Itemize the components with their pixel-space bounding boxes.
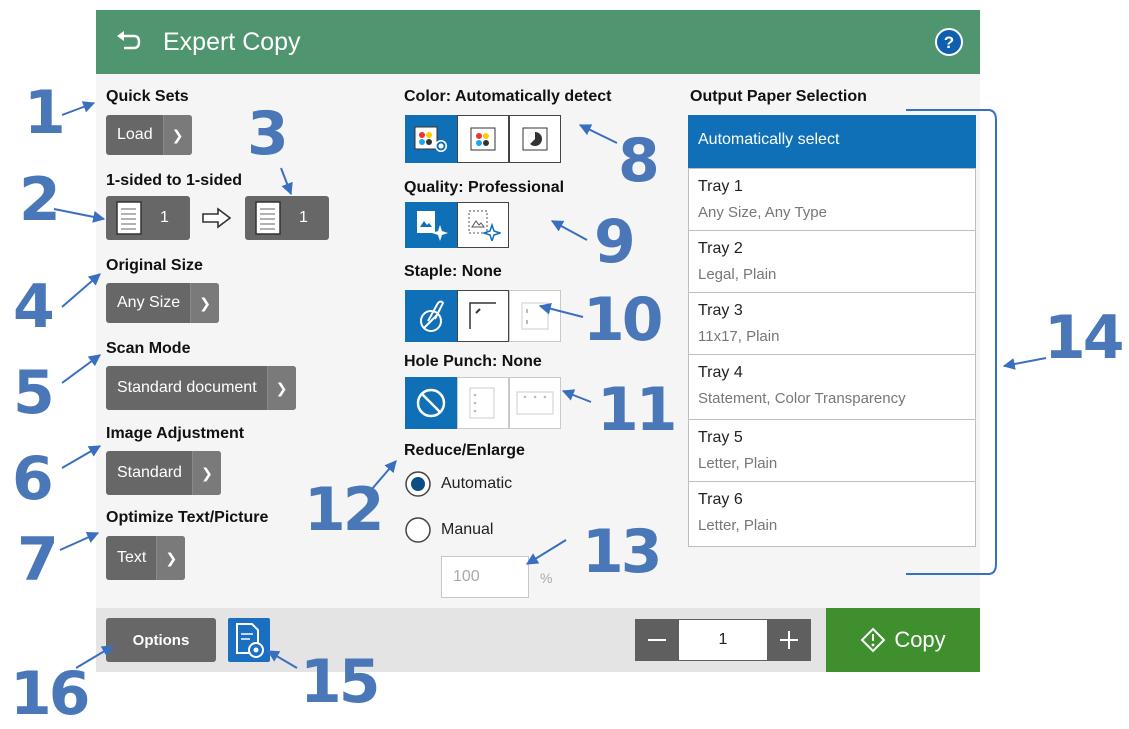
output-paper-bracket — [906, 109, 997, 575]
callout-16: 16 — [10, 659, 90, 729]
callout-5: 5 — [13, 358, 55, 428]
callout-14: 14 — [1044, 303, 1124, 373]
callout-7: 7 — [17, 525, 59, 595]
callout-12: 12 — [304, 475, 384, 545]
callout-3: 3 — [247, 99, 289, 169]
callout-13: 13 — [582, 517, 662, 587]
callout-2: 2 — [19, 165, 61, 235]
callout-annotations — [53, 101, 1047, 669]
callout-8: 8 — [618, 126, 660, 196]
callout-4: 4 — [13, 272, 55, 342]
callout-9: 9 — [594, 207, 636, 277]
callout-6: 6 — [12, 444, 54, 514]
callout-15: 15 — [300, 647, 380, 717]
callout-11: 11 — [597, 375, 677, 445]
callout-10: 10 — [583, 285, 663, 355]
callout-1: 1 — [24, 78, 66, 148]
